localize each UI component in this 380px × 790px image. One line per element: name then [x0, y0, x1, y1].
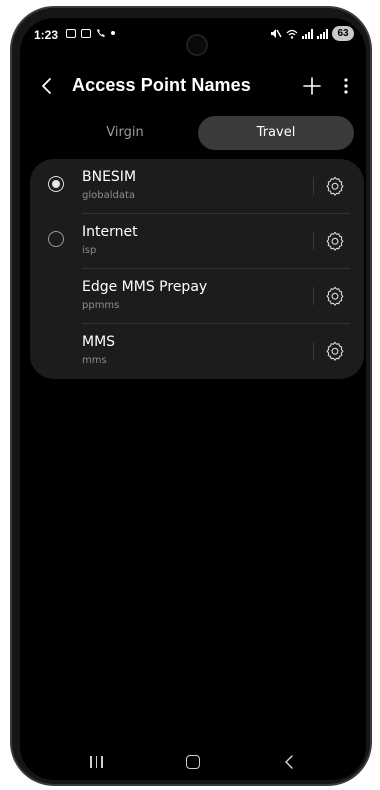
gear-icon[interactable] — [324, 285, 346, 307]
app-bar: Access Point Names — [20, 66, 366, 106]
sim-tabs: Virgin Travel — [50, 116, 354, 150]
front-camera — [186, 34, 208, 56]
apn-name: Internet — [82, 224, 138, 240]
more-options-button[interactable] — [336, 72, 356, 100]
wifi-icon — [286, 29, 298, 39]
battery-indicator: 63 — [332, 26, 354, 41]
mute-icon — [271, 29, 282, 38]
notification-icons — [66, 28, 115, 38]
gear-icon[interactable] — [324, 230, 346, 252]
apn-value: mms — [82, 355, 107, 366]
signal-icon-2 — [317, 28, 328, 39]
apn-row-bnesim[interactable]: BNESIM globaldata — [30, 159, 364, 214]
chevron-left-icon — [285, 755, 293, 769]
message-icon — [81, 28, 91, 38]
apn-list: BNESIM globaldata Internet isp Edge MMS … — [30, 159, 364, 379]
apn-value: ppmms — [82, 300, 120, 311]
apn-name: MMS — [82, 334, 116, 350]
system-icons: 63 — [270, 26, 354, 41]
apn-row-internet[interactable]: Internet isp — [30, 214, 364, 269]
chevron-left-icon — [42, 78, 51, 94]
back-button[interactable] — [34, 72, 62, 100]
tab-virgin[interactable]: Virgin — [50, 116, 200, 150]
more-notifications-icon — [111, 31, 115, 35]
tab-travel[interactable]: Travel — [198, 116, 354, 150]
apn-row-mms[interactable]: MMS mms — [30, 324, 364, 379]
apn-value: isp — [82, 245, 97, 256]
apn-value: globaldata — [82, 190, 136, 201]
screen: 1:23 63 Access Point Names Virgin Travel… — [20, 18, 366, 780]
more-vert-icon — [344, 78, 348, 94]
row-separator — [313, 287, 314, 305]
apn-radio[interactable] — [48, 231, 64, 247]
apn-radio-selected[interactable] — [48, 176, 64, 192]
apn-row-edge-mms-prepay[interactable]: Edge MMS Prepay ppmms — [30, 269, 364, 324]
page-title: Access Point Names — [72, 75, 251, 95]
row-separator — [313, 232, 314, 250]
row-separator — [313, 177, 314, 195]
nav-back-button[interactable] — [282, 754, 298, 770]
status-time: 1:23 — [34, 28, 59, 42]
screenshot-icon — [66, 28, 76, 38]
add-apn-button[interactable] — [298, 72, 326, 100]
recents-button[interactable] — [90, 756, 103, 768]
row-separator — [313, 342, 314, 360]
call-icon — [97, 29, 105, 37]
navigation-bar — [20, 754, 366, 780]
apn-name: Edge MMS Prepay — [82, 279, 208, 295]
apn-name: BNESIM — [82, 169, 137, 185]
signal-icon — [302, 28, 313, 39]
gear-icon[interactable] — [324, 340, 346, 362]
gear-icon[interactable] — [324, 175, 346, 197]
plus-icon — [303, 77, 321, 95]
status-bar: 1:23 63 — [20, 18, 366, 56]
home-button[interactable] — [186, 755, 200, 769]
